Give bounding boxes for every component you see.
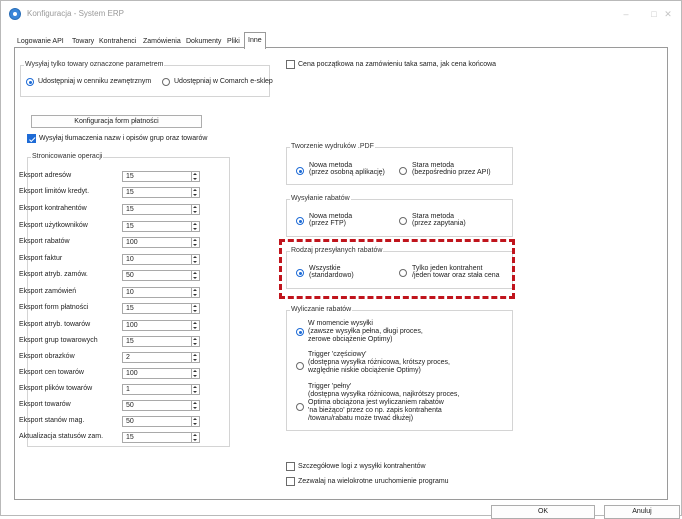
paging-row-stepper[interactable]: 2: [122, 352, 200, 363]
paging-row-stepper[interactable]: 10: [122, 287, 200, 298]
radio-discount-ftp[interactable]: [296, 217, 304, 225]
stepper-arrows-icon[interactable]: [191, 417, 199, 426]
paging-row-label: Eksport obrazków: [19, 353, 75, 360]
paging-row-stepper[interactable]: 15: [122, 432, 200, 443]
radio-comarch-eshop[interactable]: [162, 78, 170, 86]
radio-pdf-new-method-label[interactable]: Nowa metoda (przez osobną aplikację): [309, 162, 385, 176]
stepper-arrows-icon[interactable]: [191, 271, 199, 280]
stepper-arrows-icon[interactable]: [191, 385, 199, 394]
radio-discount-queries[interactable]: [399, 217, 407, 225]
radio-calc-trigger-partial[interactable]: [296, 362, 304, 370]
multi-run-checkbox[interactable]: [286, 477, 295, 486]
radio-calc-on-send[interactable]: [296, 328, 304, 336]
paging-row-label: Eksport atryb. towarów: [19, 321, 91, 328]
stepper-arrows-icon[interactable]: [191, 369, 199, 378]
export-parameter-group: Wysyłaj tylko towary oznaczone parametre…: [20, 61, 273, 97]
app-icon: [9, 8, 21, 20]
radio-comarch-eshop-label[interactable]: Udostępniaj w Comarch e-sklep: [174, 78, 273, 85]
paging-row-stepper[interactable]: 100: [122, 237, 200, 248]
same-price-checkbox[interactable]: [286, 60, 295, 69]
paging-row-label: Eksport limitów kredyt.: [19, 188, 90, 195]
radio-discount-ftp-label[interactable]: Nowa metoda (przez FTP): [309, 213, 352, 227]
stepper-arrows-icon[interactable]: [191, 304, 199, 313]
window-title: Konfiguracja - System ERP: [27, 9, 124, 18]
stepper-arrows-icon[interactable]: [191, 353, 199, 362]
stepper-arrows-icon[interactable]: [191, 222, 199, 231]
paging-row-label: Eksport stanów mag.: [19, 417, 85, 424]
paging-row-label: Eksport grup towarowych: [19, 337, 98, 344]
tab-inne[interactable]: Inne: [244, 32, 266, 49]
multi-run-checkbox-label[interactable]: Zezwalaj na wielokrotne uruchomienie pro…: [298, 478, 449, 485]
paging-row-label: Eksport użytkowników: [19, 222, 88, 229]
radio-discount-queries-label[interactable]: Stara metoda (przez zapytania): [412, 213, 466, 227]
stepper-arrows-icon[interactable]: [191, 288, 199, 297]
radio-external-pricelist[interactable]: [26, 78, 34, 86]
ok-button[interactable]: OK: [491, 505, 595, 519]
paging-row-stepper[interactable]: 10: [122, 254, 200, 265]
stepper-arrows-icon[interactable]: [191, 205, 199, 214]
paging-row-stepper[interactable]: 15: [122, 221, 200, 232]
stepper-arrows-icon[interactable]: [191, 172, 199, 181]
stepper-arrows-icon[interactable]: [191, 321, 199, 330]
paging-row-label: Eksport kontrahentów: [19, 205, 87, 212]
paging-row-label: Eksport rabatów: [19, 238, 70, 245]
paging-row-stepper[interactable]: 50: [122, 416, 200, 427]
radio-calc-on-send-label[interactable]: W momencie wysyłki (zawsze wysyłka pełna…: [308, 320, 423, 344]
discount-calculation-group-title: Wyliczanie rabatów: [290, 306, 353, 313]
stepper-arrows-icon[interactable]: [191, 337, 199, 346]
paging-row-label: Eksport zamówień: [19, 288, 77, 295]
radio-pdf-new-method[interactable]: [296, 167, 304, 175]
discount-sending-group-title: Wysyłanie rabatów: [290, 195, 351, 202]
stepper-arrows-icon[interactable]: [191, 238, 199, 247]
paging-row-stepper[interactable]: 15: [122, 171, 200, 182]
paging-row-stepper[interactable]: 50: [122, 400, 200, 411]
stepper-arrows-icon[interactable]: [191, 188, 199, 197]
radio-calc-trigger-full-label[interactable]: Trigger 'pełny' (dostępna wysyłka różnic…: [308, 383, 459, 423]
same-price-checkbox-label[interactable]: Cena początkowa na zamówieniu taka sama,…: [298, 61, 496, 68]
radio-external-pricelist-label[interactable]: Udostępniaj w cenniku zewnętrznym: [38, 78, 151, 85]
paging-row-stepper[interactable]: 100: [122, 320, 200, 331]
paging-row-stepper[interactable]: 15: [122, 204, 200, 215]
radio-pdf-old-method[interactable]: [399, 167, 407, 175]
paging-group-title: Stronicowanie operacji: [31, 153, 104, 160]
title-bar: Konfiguracja - System ERP – □ ✕: [1, 1, 681, 27]
radio-pdf-old-method-label[interactable]: Stara metoda (bezpośrednio przez API): [412, 162, 491, 176]
paging-row-label: Eksport form płatności: [19, 304, 89, 311]
radio-calc-trigger-full[interactable]: [296, 403, 304, 411]
paging-row-label: Eksport plików towarów: [19, 385, 93, 392]
stepper-arrows-icon[interactable]: [191, 433, 199, 442]
cancel-button[interactable]: Anuluj: [604, 505, 680, 519]
radio-calc-trigger-partial-label[interactable]: Trigger 'częściowy' (dostępna wysyłka ró…: [308, 351, 450, 375]
highlight-frame: [279, 239, 515, 299]
discount-calculation-group: Wyliczanie rabatów W momencie wysyłki (z…: [286, 306, 513, 431]
paging-row-stepper[interactable]: 15: [122, 187, 200, 198]
paging-row-stepper[interactable]: 15: [122, 303, 200, 314]
pdf-generation-group: Tworzenie wydruków .PDF Nowa metoda (prze…: [286, 143, 513, 185]
paging-row-label: Eksport adresów: [19, 172, 72, 179]
paging-row-stepper[interactable]: 100: [122, 368, 200, 379]
detailed-logs-checkbox[interactable]: [286, 462, 295, 471]
paging-row-label: Eksport towarów: [19, 401, 71, 408]
translations-checkbox-label[interactable]: Wysyłaj tłumaczenia nazw i opisów grup o…: [39, 135, 207, 142]
close-button[interactable]: ✕: [653, 5, 682, 23]
paging-row-label: Eksport faktur: [19, 255, 63, 262]
paging-row-label: Eksport cen towarów: [19, 369, 84, 376]
detailed-logs-checkbox-label[interactable]: Szczegółowe logi z wysyłki kontrahentów: [298, 463, 426, 470]
pdf-generation-group-title: Tworzenie wydruków .PDF: [290, 143, 375, 150]
paging-row-stepper[interactable]: 50: [122, 270, 200, 281]
discount-sending-group: Wysyłanie rabatów Nowa metoda (przez FTP)…: [286, 195, 513, 237]
paging-row-stepper[interactable]: 15: [122, 336, 200, 347]
payment-forms-config-button[interactable]: Konfiguracja form płatności: [31, 115, 202, 128]
translations-checkbox[interactable]: [27, 134, 36, 143]
stepper-arrows-icon[interactable]: [191, 255, 199, 264]
paging-row-stepper[interactable]: 1: [122, 384, 200, 395]
export-parameter-group-title: Wysyłaj tylko towary oznaczone parametre…: [24, 61, 165, 68]
paging-row-label: Aktualizacja statusów zam.: [19, 433, 104, 440]
paging-row-label: Eksport atryb. zamów.: [19, 271, 88, 278]
stepper-arrows-icon[interactable]: [191, 401, 199, 410]
minimize-button[interactable]: –: [611, 5, 641, 23]
